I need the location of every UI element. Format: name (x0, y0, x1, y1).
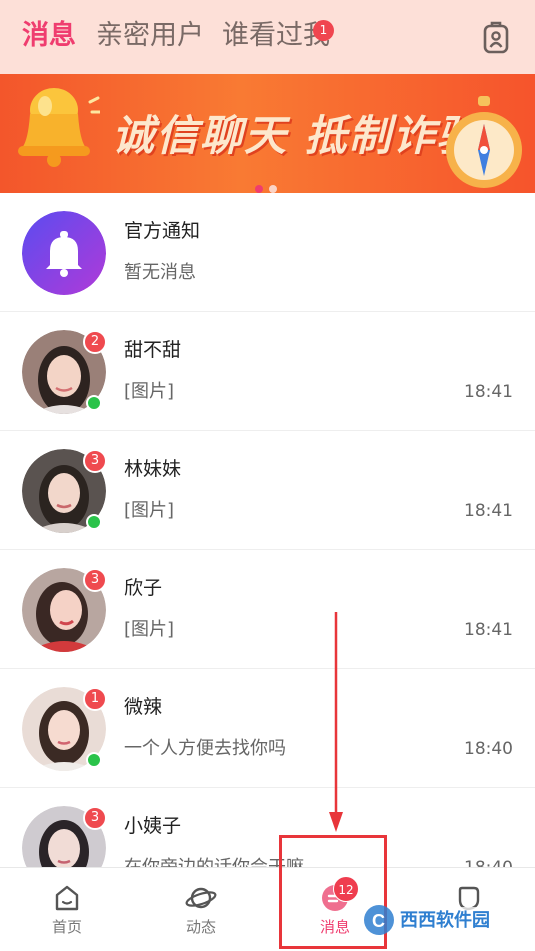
annotation-arrow (326, 612, 346, 834)
banner-dot[interactable] (269, 185, 277, 193)
nav-label: 动态 (185, 918, 216, 936)
list-item-conversation[interactable]: 3 林妹妹 [图片] 18:41 (0, 431, 535, 550)
tab-messages[interactable]: 消息 (22, 18, 76, 54)
message-preview: [图片] (124, 500, 175, 521)
message-time: 18:41 (464, 382, 513, 402)
unread-badge: 3 (83, 449, 107, 473)
list-item-conversation[interactable]: 3 欣子 [图片] 18:41 (0, 550, 535, 669)
nav-moments[interactable]: 动态 (134, 868, 268, 951)
message-time: 18:41 (464, 501, 513, 521)
message-preview: 在你旁边的话你会干嘛 (124, 854, 304, 867)
unread-badge: 3 (83, 568, 107, 592)
online-indicator (86, 514, 102, 530)
online-indicator (86, 395, 102, 411)
contact-name: 小姨子 (124, 815, 182, 837)
compass-icon (440, 94, 526, 190)
banner-dot-active[interactable] (255, 185, 263, 193)
unread-badge: 3 (83, 806, 107, 830)
online-indicator (86, 752, 102, 768)
list-item-official-notice[interactable]: 官方通知 暂无消息 (0, 193, 535, 312)
planet-icon (185, 882, 217, 914)
message-list: 官方通知 暂无消息 2 甜不甜 [图片] 18:41 3 林妹妹 [图片] 18… (0, 193, 535, 867)
unread-badge: 1 (83, 687, 107, 711)
message-time: 18:40 (464, 739, 513, 759)
top-tab-bar: 消息 亲密用户 谁看过我 1 (0, 0, 535, 74)
contact-name: 甜不甜 (124, 339, 182, 361)
tab-intimate-users[interactable]: 亲密用户 (96, 18, 204, 54)
svg-text:西西软件园: 西西软件园 (400, 909, 490, 931)
nav-label: 首页 (51, 918, 82, 936)
unread-badge: 2 (83, 330, 107, 354)
bell-avatar-icon (22, 211, 106, 295)
message-preview: 一个人方便去找你吗 (124, 738, 286, 759)
bell-icon (10, 80, 102, 170)
message-preview: 暂无消息 (124, 262, 196, 283)
banner-slogan: 诚信聊天 抵制诈骗 (112, 111, 481, 160)
promo-banner[interactable]: 诚信聊天 抵制诈骗 (0, 74, 535, 193)
watermark-logo: C 西西软件园 (362, 903, 518, 937)
home-icon (51, 882, 83, 914)
contact-name: 微辣 (124, 696, 163, 718)
message-time: 18:40 (464, 854, 513, 867)
list-item-conversation[interactable]: 3 小姨子 在你旁边的话你会干嘛 18:40 (0, 788, 535, 867)
message-time: 18:41 (464, 620, 513, 640)
who-viewed-badge: 1 (313, 20, 334, 41)
contact-name: 欣子 (124, 577, 163, 599)
message-preview: [图片] (124, 381, 175, 402)
list-item-conversation[interactable]: 1 微辣 一个人方便去找你吗 18:40 (0, 669, 535, 788)
nav-home[interactable]: 首页 (0, 868, 134, 951)
profile-card-icon[interactable] (480, 20, 512, 54)
contact-name: 林妹妹 (124, 458, 182, 480)
contact-name: 官方通知 (124, 220, 201, 242)
message-preview: [图片] (124, 619, 175, 640)
banner-pagination (255, 178, 283, 193)
svg-text:C: C (372, 911, 385, 931)
list-item-conversation[interactable]: 2 甜不甜 [图片] 18:41 (0, 312, 535, 431)
